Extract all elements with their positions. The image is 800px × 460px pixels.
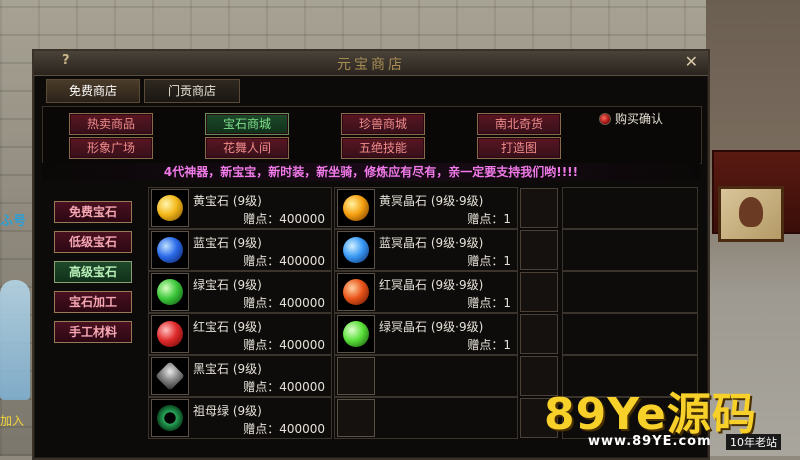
sidebar-item-craft-materials[interactable]: 手工材料 [54, 321, 132, 343]
list-item[interactable]: 黄宝石 (9级) 赠点：400000 [148, 187, 332, 229]
yellow-crystal-icon[interactable] [337, 189, 375, 227]
list-item[interactable]: 黄冥晶石 (9级·9级) 赠点：1 [334, 187, 518, 229]
nav-rare-goods[interactable]: 南北奇货 [477, 113, 561, 135]
close-icon[interactable]: ✕ [685, 52, 698, 71]
item-price: 赠点：1 [467, 296, 511, 310]
buy-confirm-radio[interactable] [599, 113, 611, 125]
empty-slot[interactable] [562, 187, 698, 229]
nav-flower-dance[interactable]: 花舞人间 [205, 137, 289, 159]
tab-free-shop[interactable]: 免费商店 [46, 79, 140, 103]
item-name: 红冥晶石 (9级·9级) [379, 278, 484, 292]
empty-icon-slot[interactable] [337, 357, 375, 395]
player-character [0, 280, 30, 400]
green-gem-icon[interactable] [151, 273, 189, 311]
item-price: 赠点：1 [467, 254, 511, 268]
sidebar-item-high-gems[interactable]: 高级宝石 [54, 261, 132, 283]
empty-slot[interactable] [562, 229, 698, 271]
watermark-badge: 10年老站 [726, 434, 781, 450]
list-item[interactable]: 绿冥晶石 (9级·9级) 赠点：1 [334, 313, 518, 355]
item-name: 祖母绿 (9级) [193, 404, 262, 418]
sidebar-item-free-gems[interactable]: 免费宝石 [54, 201, 132, 223]
nav-pet-mall[interactable]: 珍兽商城 [341, 113, 425, 135]
blue-gem-icon[interactable] [151, 231, 189, 269]
empty-slot[interactable] [520, 272, 558, 312]
item-price: 赠点：400000 [243, 212, 325, 226]
item-price: 赠点：400000 [243, 296, 325, 310]
sidebar-item-low-gems[interactable]: 低级宝石 [54, 231, 132, 253]
list-item[interactable]: 红冥晶石 (9级·9级) 赠点：1 [334, 271, 518, 313]
emerald-gem-icon[interactable] [151, 399, 189, 437]
sidebar-item-gem-processing[interactable]: 宝石加工 [54, 291, 132, 313]
watermark-url: www.89YE.com [588, 434, 712, 449]
item-name: 蓝宝石 (9级) [193, 236, 262, 250]
watermark-logo: 89Ye源码 [544, 389, 757, 440]
list-item[interactable]: 红宝石 (9级) 赠点：400000 [148, 313, 332, 355]
list-item[interactable]: 蓝冥晶石 (9级·9级) 赠点：1 [334, 229, 518, 271]
buy-confirm-label: 购买确认 [615, 112, 664, 126]
empty-slot[interactable] [562, 313, 698, 355]
painting-face [739, 197, 763, 227]
tab-sect-shop[interactable]: 门贡商店 [144, 79, 240, 103]
item-price: 赠点：400000 [243, 338, 325, 352]
item-name: 黑宝石 (9级) [193, 362, 262, 376]
empty-slot[interactable] [334, 355, 518, 397]
red-gem-icon[interactable] [151, 315, 189, 353]
yellow-gem-icon[interactable] [151, 189, 189, 227]
nav-gem-mall[interactable]: 宝石商城 [205, 113, 289, 135]
item-name: 蓝冥晶石 (9级·9级) [379, 236, 484, 250]
item-price: 赠点：400000 [243, 254, 325, 268]
nav-hot-items[interactable]: 热卖商品 [69, 113, 153, 135]
list-item[interactable]: 蓝宝石 (9级) 赠点：400000 [148, 229, 332, 271]
list-item[interactable]: 黑宝石 (9级) 赠点：400000 [148, 355, 332, 397]
window-title: 元宝商店 [337, 57, 405, 73]
green-crystal-icon[interactable] [337, 315, 375, 353]
black-gem-icon[interactable] [151, 357, 189, 395]
item-name: 绿宝石 (9级) [193, 278, 262, 292]
site-watermark: 89Ye源码 www.89YE.com 10年老站 [540, 378, 800, 456]
list-item[interactable]: 绿宝石 (9级) 赠点：400000 [148, 271, 332, 313]
nav-forge-map[interactable]: 打造图 [477, 137, 561, 159]
item-name: 红宝石 (9级) [193, 320, 262, 334]
empty-icon-slot[interactable] [337, 399, 375, 437]
empty-slot[interactable] [520, 188, 558, 228]
scene-label: ふ号 [0, 214, 27, 229]
window-titlebar[interactable]: ? 元宝商店 ✕ [34, 51, 708, 76]
item-price: 赠点：1 [467, 338, 511, 352]
scene-painting [718, 186, 784, 242]
empty-slot[interactable] [562, 271, 698, 313]
list-item[interactable]: 祖母绿 (9级) 赠点：400000 [148, 397, 332, 439]
item-price: 赠点：400000 [243, 380, 325, 394]
item-name: 黄宝石 (9级) [193, 194, 262, 208]
item-price: 赠点：1 [467, 212, 511, 226]
blue-crystal-icon[interactable] [337, 231, 375, 269]
empty-slot[interactable] [334, 397, 518, 439]
scene-label-2: 加入 [0, 414, 25, 428]
announcement-marquee: 4代神器，新宝宝，新时装，新坐骑，修炼应有尽有，亲一定要支持我们哟!!!! [42, 163, 700, 181]
item-name: 绿冥晶石 (9级·9级) [379, 320, 484, 334]
empty-slot[interactable] [520, 314, 558, 354]
nav-image-plaza[interactable]: 形象广场 [69, 137, 153, 159]
item-price: 赠点：400000 [243, 422, 325, 436]
category-nav: 热卖商品 宝石商城 珍兽商城 南北奇货 形象广场 花舞人间 五绝技能 打造图 购… [42, 106, 702, 164]
item-name: 黄冥晶石 (9级·9级) [379, 194, 484, 208]
empty-slot[interactable] [520, 230, 558, 270]
red-crystal-icon[interactable] [337, 273, 375, 311]
nav-skills[interactable]: 五绝技能 [341, 137, 425, 159]
